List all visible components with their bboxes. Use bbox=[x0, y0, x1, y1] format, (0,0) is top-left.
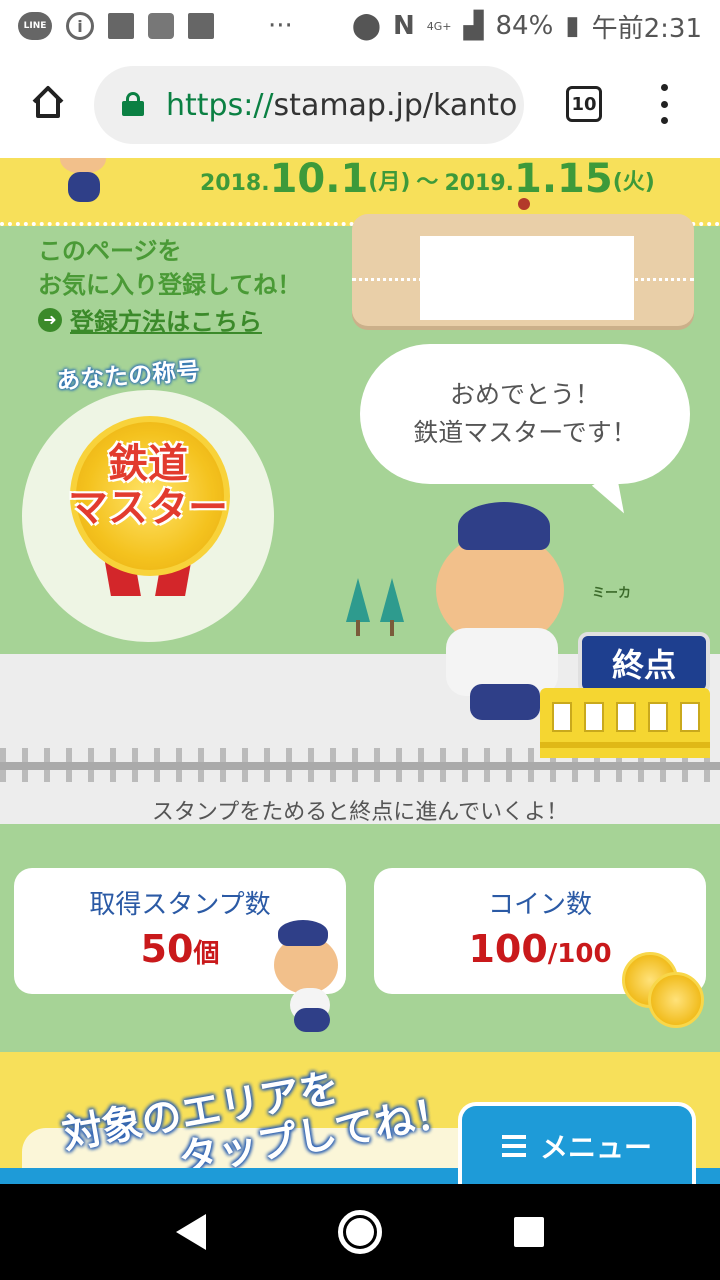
end-day: 1.15 bbox=[514, 158, 613, 202]
arrow-right-icon: ➜ bbox=[38, 307, 62, 332]
start-year: 2018. bbox=[200, 171, 270, 196]
recents-icon[interactable] bbox=[514, 1217, 544, 1247]
speech-line2: 鉄道マスターです！ bbox=[413, 418, 637, 447]
rail-line bbox=[0, 762, 720, 770]
coin-count-total: /100 bbox=[547, 939, 612, 969]
progress-caption: スタンプをためると終点に進んでいくよ！ bbox=[151, 800, 569, 825]
mascot-name: ミーカ bbox=[592, 586, 632, 601]
bookmark-prompt-line2: お気に入り登録してね！ bbox=[38, 271, 302, 299]
speech-line1: おめでとう！ bbox=[449, 380, 600, 409]
date-range-tilde: 〜 bbox=[416, 170, 439, 195]
line-app-icon: LINE bbox=[18, 12, 52, 40]
signal-icon: ▟ bbox=[463, 11, 484, 41]
signboard-blank bbox=[420, 236, 634, 320]
stamp-count-unit: 個 bbox=[193, 939, 220, 969]
network-type: 4G+ bbox=[426, 19, 452, 33]
campaign-banner: 2018. 10.1 (月) 〜 2019. 1.15 (火) bbox=[0, 158, 720, 222]
more-options-icon[interactable] bbox=[654, 84, 674, 124]
title-name-line1: 鉄道 bbox=[108, 441, 188, 487]
signboard-pin bbox=[518, 198, 530, 210]
system-nav-bar bbox=[0, 1184, 720, 1280]
url-bar[interactable]: https:// stamap.jp/kanto bbox=[94, 66, 524, 144]
location-icon: ⬤ bbox=[351, 11, 381, 41]
train-icon bbox=[540, 688, 710, 758]
bookmark-prompt-line1: このページを bbox=[38, 237, 182, 265]
clock: 午前2:31 bbox=[591, 13, 702, 44]
tab-switcher-button[interactable]: 10 bbox=[566, 86, 602, 122]
bookmark-prompt: このページを お気に入り登録してね！ bbox=[38, 234, 301, 302]
browser-toolbar: https:// stamap.jp/kanto 10 bbox=[0, 52, 720, 158]
bookmark-howto-label: 登録方法はこちら bbox=[70, 308, 262, 336]
end-weekday: (火) bbox=[612, 170, 655, 195]
lock-icon bbox=[122, 92, 144, 116]
home-circle-icon[interactable] bbox=[338, 1210, 382, 1254]
battery-icon: ▮ bbox=[565, 11, 580, 41]
notification-square-icon-2 bbox=[188, 13, 214, 39]
start-day: 10.1 bbox=[269, 158, 369, 202]
stamp-count-label: 取得スタンプ数 bbox=[89, 890, 271, 920]
url-domain: stamap.jp/kanto bbox=[273, 87, 518, 123]
overflow-notifications-icon: ··· bbox=[268, 11, 293, 41]
status-bar: LINE i ··· ⬤ N 4G+ ▟ 84% ▮ 午前2:31 bbox=[0, 0, 720, 52]
speech-bubble: おめでとう！ 鉄道マスターです！ bbox=[360, 344, 690, 484]
title-name: 鉄道 マスター bbox=[48, 442, 248, 530]
menu-button-label: メニュー bbox=[539, 1131, 652, 1164]
web-page: 2018. 10.1 (月) 〜 2019. 1.15 (火) このページを お… bbox=[0, 158, 720, 1184]
stamp-count-number: 50 bbox=[140, 927, 194, 971]
coin-count-label: コイン数 bbox=[487, 890, 592, 920]
start-weekday: (月) bbox=[368, 170, 411, 195]
info-icon: i bbox=[66, 12, 94, 40]
back-icon[interactable] bbox=[176, 1214, 206, 1250]
coin-count-number: 100 bbox=[468, 927, 548, 971]
hamburger-icon bbox=[501, 1135, 526, 1157]
title-name-line2: マスター bbox=[68, 485, 228, 531]
notification-app-icon bbox=[148, 13, 174, 39]
coin-icon-2 bbox=[648, 972, 704, 1028]
bookmark-howto-link[interactable]: ➜ 登録方法はこちら bbox=[38, 302, 262, 337]
url-scheme: https:// bbox=[166, 87, 274, 123]
title-badge-label: あなたの称号 bbox=[55, 357, 201, 395]
campaign-dates: 2018. 10.1 (月) 〜 2019. 1.15 (火) bbox=[200, 158, 655, 202]
nfc-icon: N bbox=[392, 11, 415, 41]
signboard bbox=[352, 214, 694, 326]
home-icon[interactable] bbox=[28, 82, 68, 122]
notification-square-icon bbox=[108, 13, 134, 39]
end-year: 2019. bbox=[444, 171, 515, 196]
battery-percent: 84% bbox=[495, 11, 554, 41]
terminus-sign: 終点 bbox=[578, 632, 710, 694]
menu-button[interactable]: メニュー bbox=[458, 1102, 696, 1184]
